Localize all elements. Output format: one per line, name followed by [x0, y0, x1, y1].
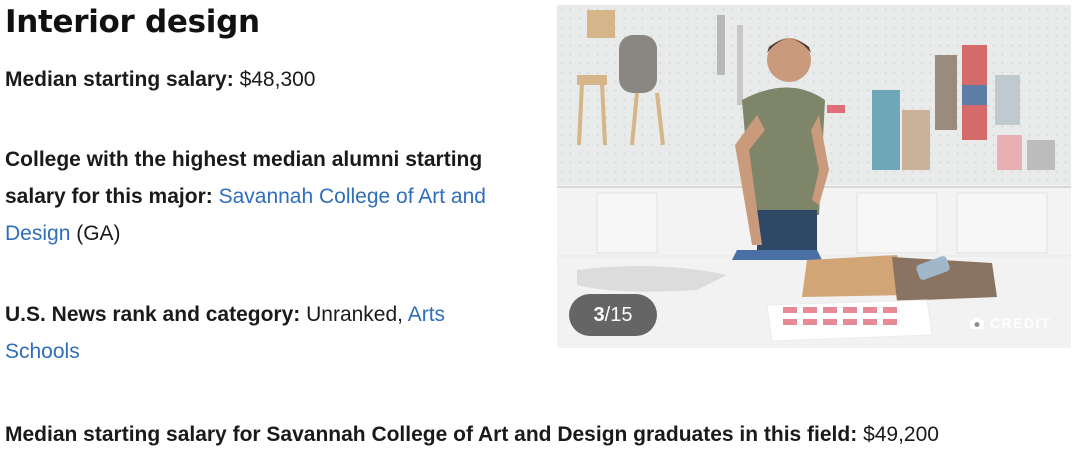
gallery-total: /15: [604, 304, 633, 326]
gallery-counter: 3/15: [569, 294, 657, 336]
rank-line: U.S. News rank and category: Unranked, A…: [5, 296, 525, 370]
credit-label: CREDIT: [990, 315, 1052, 331]
college-state: (GA): [76, 222, 121, 245]
median-salary-line: Median starting salary: $48,300: [5, 61, 545, 98]
camera-icon: [970, 317, 984, 329]
top-college-line: College with the highest median alumni s…: [5, 141, 525, 252]
median-salary-value: $48,300: [239, 68, 316, 91]
rank-value: Unranked,: [306, 303, 403, 326]
page-title: Interior design: [5, 4, 260, 40]
gallery-current-index: 3: [593, 304, 605, 326]
rank-label: U.S. News rank and category:: [5, 303, 301, 326]
median-salary-label: Median starting salary:: [5, 68, 234, 91]
college-salary-value: $49,200: [863, 423, 939, 446]
college-salary-line: Median starting salary for Savannah Coll…: [5, 416, 1080, 453]
college-salary-label: Median starting salary for Savannah Coll…: [5, 423, 858, 446]
photo-credit-button[interactable]: CREDIT: [970, 315, 1051, 331]
